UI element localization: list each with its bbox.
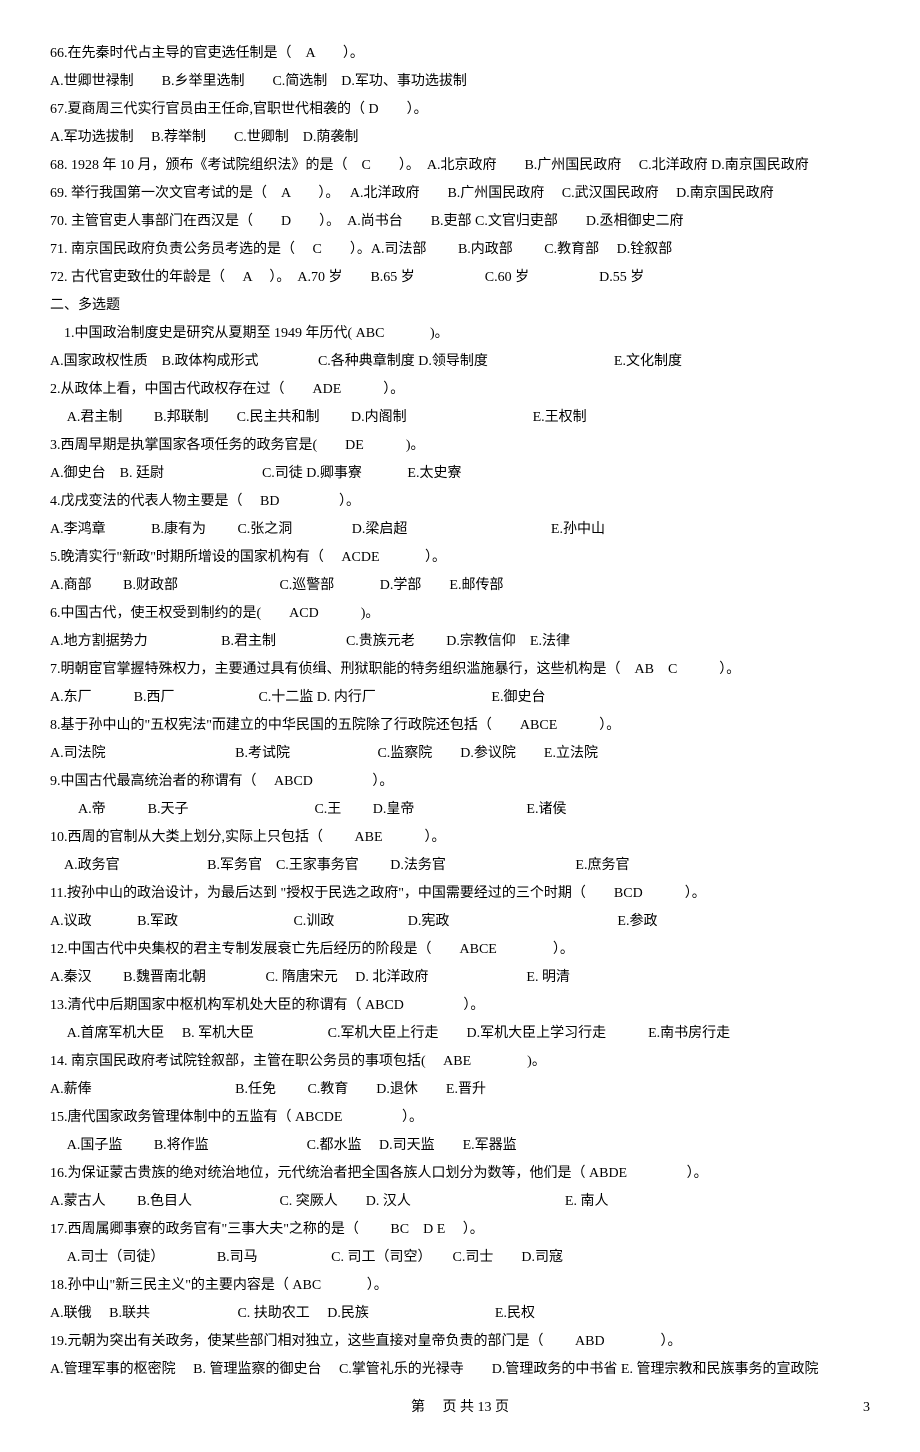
text-line: A.政务官 B.军务官 C.王家事务官 D.法务官 E.庶务官 bbox=[50, 852, 870, 880]
text-line: A.军功选拔制 B.荐举制 C.世卿制 D.荫袭制 bbox=[50, 124, 870, 152]
text-line: 70. 主管官吏人事部门在西汉是（ D ）。 A.尚书台 B.吏部 C.文官归吏… bbox=[50, 208, 870, 236]
text-line: A.地方割据势力 B.君主制 C.贵族元老 D.宗教信仰 E.法律 bbox=[50, 628, 870, 656]
text-line: 10.西周的官制从大类上划分,实际上只包括（ ABE ）。 bbox=[50, 824, 870, 852]
text-line: A.司士（司徒） B.司马 C. 司工（司空） C.司士 D.司寇 bbox=[50, 1244, 870, 1272]
text-line: 5.晚清实行"新政"时期所增设的国家机构有（ ACDE ）。 bbox=[50, 544, 870, 572]
page-number: 3 bbox=[863, 1394, 870, 1422]
text-line: A.蒙古人 B.色目人 C. 突厥人 D. 汉人 E. 南人 bbox=[50, 1188, 870, 1216]
text-line: A.首席军机大臣 B. 军机大臣 C.军机大臣上行走 D.军机大臣上学习行走 E… bbox=[50, 1020, 870, 1048]
text-line: 3.西周早期是执掌国家各项任务的政务官是( DE )。 bbox=[50, 432, 870, 460]
text-line: 68. 1928 年 10 月，颁布《考试院组织法》的是（ C ）。 A.北京政… bbox=[50, 152, 870, 180]
text-line: 1.中国政治制度史是研究从夏期至 1949 年历代( ABC )。 bbox=[50, 320, 870, 348]
text-line: A.御史台 B. 廷尉 C.司徒 D.卿事寮 E.太史寮 bbox=[50, 460, 870, 488]
text-line: 16.为保证蒙古贵族的绝对统治地位，元代统治者把全国各族人口划分为数等，他们是（… bbox=[50, 1160, 870, 1188]
text-line: 19.元朝为突出有关政务，使某些部门相对独立，这些直接对皇帝负责的部门是（ AB… bbox=[50, 1328, 870, 1356]
text-line: 12.中国古代中央集权的君主专制发展衰亡先后经历的阶段是（ ABCE ）。 bbox=[50, 936, 870, 964]
text-line: 9.中国古代最高统治者的称谓有（ ABCD ）。 bbox=[50, 768, 870, 796]
text-line: A.秦汉 B.魏晋南北朝 C. 隋唐宋元 D. 北洋政府 E. 明清 bbox=[50, 964, 870, 992]
text-line: 13.清代中后期国家中枢机构军机处大臣的称谓有（ ABCD ）。 bbox=[50, 992, 870, 1020]
text-line: A.联俄 B.联共 C. 扶助农工 D.民族 E.民权 bbox=[50, 1300, 870, 1328]
text-line: 67.夏商周三代实行官员由王任命,官职世代相袭的（ D ）。 bbox=[50, 96, 870, 124]
text-line: A.君主制 B.邦联制 C.民主共和制 D.内阁制 E.王权制 bbox=[50, 404, 870, 432]
text-line: 7.明朝宦官掌握特殊权力，主要通过具有侦缉、刑狱职能的特务组织滥施暴行，这些机构… bbox=[50, 656, 870, 684]
text-line: 15.唐代国家政务管理体制中的五监有（ ABCDE ）。 bbox=[50, 1104, 870, 1132]
text-line: 6.中国古代，使王权受到制约的是( ACD )。 bbox=[50, 600, 870, 628]
text-line: 72. 古代官吏致仕的年龄是（ A ）。 A.70 岁 B.65 岁 C.60 … bbox=[50, 264, 870, 292]
text-line: 14. 南京国民政府考试院铨叙部，主管在职公务员的事项包括( ABE )。 bbox=[50, 1048, 870, 1076]
text-line: A.李鸿章 B.康有为 C.张之洞 D.梁启超 E.孙中山 bbox=[50, 516, 870, 544]
text-line: A.国家政权性质 B.政体构成形式 C.各种典章制度 D.领导制度 E.文化制度 bbox=[50, 348, 870, 376]
text-line: 8.基于孙中山的"五权宪法"而建立的中华民国的五院除了行政院还包括（ ABCE … bbox=[50, 712, 870, 740]
text-line: 69. 举行我国第一次文官考试的是（ A ）。 A.北洋政府 B.广州国民政府 … bbox=[50, 180, 870, 208]
text-line: A.司法院 B.考试院 C.监察院 D.参议院 E.立法院 bbox=[50, 740, 870, 768]
text-line: 二、多选题 bbox=[50, 292, 870, 320]
text-line: A.薪俸 B.任免 C.教育 D.退休 E.晋升 bbox=[50, 1076, 870, 1104]
text-line: 11.按孙中山的政治设计，为最后达到 "授权于民选之政府"，中国需要经过的三个时… bbox=[50, 880, 870, 908]
text-line: A.管理军事的枢密院 B. 管理监察的御史台 C.掌管礼乐的光禄寺 D.管理政务… bbox=[50, 1356, 870, 1384]
text-line: 18.孙中山"新三民主义"的主要内容是（ ABC ）。 bbox=[50, 1272, 870, 1300]
text-line: 4.戊戌变法的代表人物主要是（ BD ）。 bbox=[50, 488, 870, 516]
text-line: A.帝 B.天子 C.王 D.皇帝 E.诸侯 bbox=[50, 796, 870, 824]
text-line: A.国子监 B.将作监 C.都水监 D.司天监 E.军器监 bbox=[50, 1132, 870, 1160]
text-line: 71. 南京国民政府负责公务员考选的是（ C ）。A.司法部 B.内政部 C.教… bbox=[50, 236, 870, 264]
text-line: A.议政 B.军政 C.训政 D.宪政 E.参政 bbox=[50, 908, 870, 936]
text-line: 17.西周属卿事寮的政务官有"三事大夫"之称的是（ BC D E ）。 bbox=[50, 1216, 870, 1244]
text-line: A.东厂 B.西厂 C.十二监 D. 内行厂 E.御史台 bbox=[50, 684, 870, 712]
text-line: A.世卿世禄制 B.乡举里选制 C.简选制 D.军功、事功选拔制 bbox=[50, 68, 870, 96]
text-line: A.商部 B.财政部 C.巡警部 D.学部 E.邮传部 bbox=[50, 572, 870, 600]
text-line: 66.在先秦时代占主导的官吏选任制是（ A ）。 bbox=[50, 40, 870, 68]
page-footer-center: 第 页 共 13 页 bbox=[411, 1400, 509, 1415]
text-line: 2.从政体上看，中国古代政权存在过（ ADE ）。 bbox=[50, 376, 870, 404]
